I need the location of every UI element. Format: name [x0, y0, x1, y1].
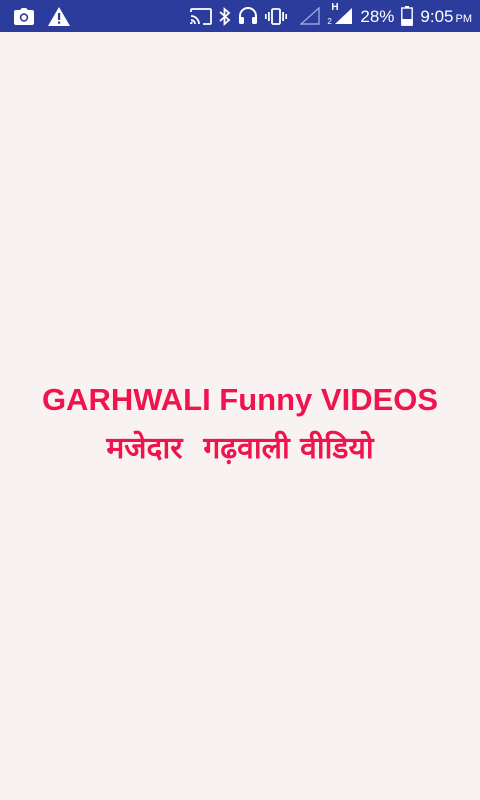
status-bar: H 2 28% 9:05 PM: [0, 0, 480, 32]
signal-icon: H 2: [327, 3, 353, 26]
clock: 9:05 PM: [420, 8, 472, 25]
clock-time: 9:05: [420, 6, 454, 26]
warning-icon: [48, 6, 70, 26]
sim-slot-label: 2: [327, 17, 332, 26]
status-bar-left: [14, 6, 70, 26]
network-type-label: H: [331, 2, 339, 13]
vibrate-icon: [265, 7, 288, 25]
camera-icon: [14, 7, 34, 25]
status-bar-right: H 2 28% 9:05 PM: [190, 3, 472, 26]
app-title-hindi: मजेदार गढ़वाली वीडियो: [106, 431, 374, 466]
bluetooth-icon: [219, 6, 231, 26]
battery-percentage: 28%: [360, 6, 395, 26]
splash-screen: GARHWALI Funny VIDEOS मजेदार गढ़वाली वीड…: [0, 32, 480, 800]
clock-ampm: PM: [455, 12, 473, 25]
headset-icon: [238, 6, 258, 26]
wifi-off-icon: [300, 7, 321, 25]
cast-icon: [190, 7, 213, 25]
app-title-english: GARHWALI Funny VIDEOS: [41, 382, 439, 417]
battery-icon: [401, 6, 414, 26]
